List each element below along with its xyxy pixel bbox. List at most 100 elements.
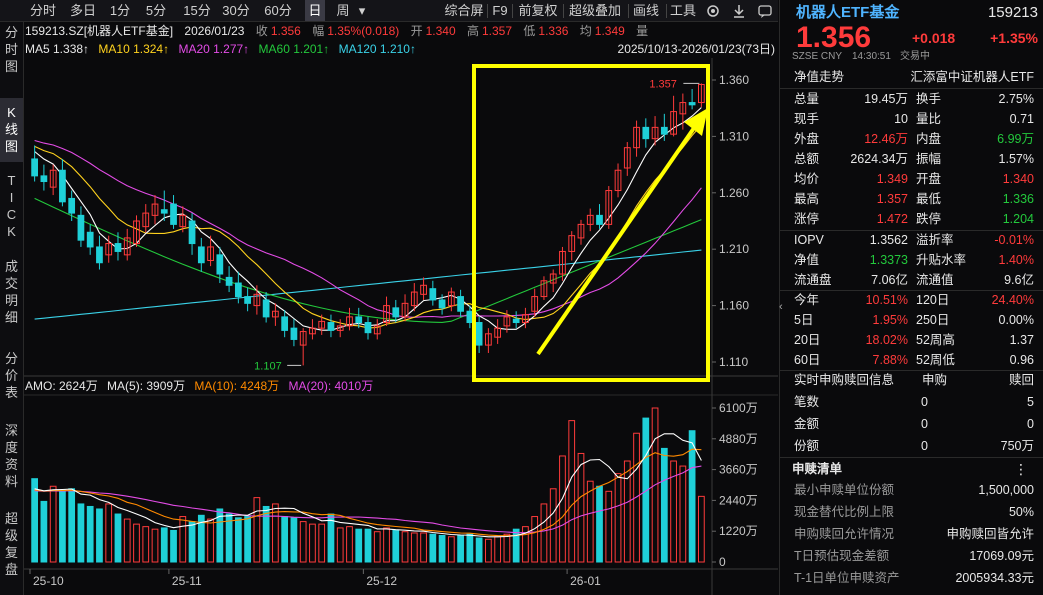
high-value: 1.357: [482, 24, 513, 38]
list-item: 申购赎回允许情况 申购赎回皆允许: [780, 524, 1043, 544]
candle-body: [290, 327, 298, 340]
ma-legend-bar: MA5 1.338↑ MA10 1.324↑ MA20 1.277↑ MA60 …: [25, 40, 778, 58]
period-tab-6[interactable]: 60分: [262, 0, 294, 21]
ma120-legend: MA120 1.210↑: [338, 42, 416, 56]
chat-icon[interactable]: [757, 3, 773, 19]
left-tab-char: 成: [4, 259, 18, 274]
stat-value: 1.40%: [998, 253, 1034, 267]
volume-bar: [531, 516, 539, 563]
realtime-label: 份额: [794, 439, 820, 453]
realtime-redeem-value: 750万: [1000, 439, 1034, 453]
list-item-label: 现金替代比例上限: [794, 505, 895, 519]
period-more-button[interactable]: ▾: [356, 0, 368, 21]
period-tab-7[interactable]: 日: [305, 0, 325, 21]
volume-tick-label: 3660万: [719, 463, 758, 477]
stat-value: 1.3373: [869, 253, 908, 267]
list-item-value: 申购赎回皆允许: [946, 527, 1034, 541]
volume-bar: [123, 518, 131, 563]
volume-tick-label: 6100万: [719, 401, 758, 415]
volume-bar: [253, 497, 261, 563]
volume-bar: [540, 503, 548, 563]
nav-trend-label: 净值走势: [794, 70, 845, 84]
toolbar-right-3[interactable]: 超级叠加: [566, 0, 624, 21]
left-tab-char: C: [6, 207, 17, 222]
left-tab-0[interactable]: 分时图: [0, 24, 23, 75]
stat-label: 溢折率: [916, 233, 954, 247]
volume-bar: [86, 505, 94, 563]
kline-chart[interactable]: 1.360 1.310 1.260 1.210 1.160 1.110 6100万 4880万…: [24, 58, 778, 595]
left-tab-char: T: [7, 173, 16, 188]
stat-label: 流通值: [916, 273, 954, 287]
nav-trend-row[interactable]: 净值走势 汇添富中证机器人ETF: [780, 67, 1043, 87]
list-item: 最小申赎单位份额 1,500,000: [780, 480, 1043, 500]
current-date: 2026/01/23: [184, 24, 245, 38]
toolbar-right-4[interactable]: 画线: [631, 0, 661, 21]
security-code: 159213: [987, 4, 1038, 21]
volume-bar: [207, 518, 214, 563]
list-item: T日预估现金差额 17069.09元: [780, 546, 1043, 566]
toolbar-right-1[interactable]: F9: [490, 0, 510, 21]
toolbar-right-0[interactable]: 综合屏: [442, 0, 486, 21]
gear-icon[interactable]: [705, 3, 721, 19]
volume-bar: [170, 529, 177, 563]
volume-bar: [577, 452, 585, 563]
volume-bar: [614, 473, 622, 563]
left-tab-char: 明: [4, 293, 18, 308]
ma60-legend: MA60 1.201↑: [258, 42, 330, 56]
panel-collapse-icon[interactable]: ‹: [779, 300, 789, 314]
market-status-row: SZSE CNY 14:30:51 交易中: [780, 50, 1043, 64]
left-tab-4[interactable]: 分价表: [0, 350, 23, 401]
stat-label: 250日: [916, 313, 950, 327]
change-label: 幅: [312, 24, 325, 38]
stat-row: 净值 1.3373 升贴水率 1.40%: [780, 250, 1043, 270]
stat-value: 1.340: [1002, 172, 1034, 186]
left-tab-char: 资: [4, 457, 18, 472]
list-item-value: 50%: [1008, 505, 1034, 519]
toolbar-right-5[interactable]: 工具: [669, 0, 697, 21]
period-tab-0[interactable]: 分时: [26, 0, 60, 21]
list-title: 申赎清单: [792, 462, 843, 476]
left-tab-2[interactable]: TICK: [0, 172, 23, 240]
stat-value: 0.00%: [998, 313, 1034, 327]
left-tab-3[interactable]: 成交明细: [0, 258, 23, 326]
period-tab-4[interactable]: 15分: [181, 0, 213, 21]
volume-bar: [68, 488, 76, 563]
period-tab-3[interactable]: 5分: [143, 0, 169, 21]
realtime-header: 实时申购赎回信息 申购 赎回: [780, 370, 1043, 390]
left-tab-1[interactable]: K线图: [0, 98, 23, 162]
open-label: 开: [410, 24, 423, 38]
volume-bar: [133, 523, 140, 563]
list-item-label: T-1日单位申赎资产: [794, 571, 900, 585]
volume-bar: [244, 516, 251, 563]
volume-bar: [466, 533, 474, 563]
stock-code: 159213.SZ[机器人ETF基金]: [25, 24, 174, 38]
date-range[interactable]: 2025/10/13-2026/01/23(73日): [618, 40, 775, 58]
period-tab-2[interactable]: 1分: [108, 0, 132, 21]
candle-body: [170, 203, 177, 225]
candle-body: [457, 296, 464, 312]
toolbar-right-2[interactable]: 前复权: [515, 0, 561, 21]
more-options-icon[interactable]: ⋮: [1014, 459, 1028, 479]
stat-row: 5日 1.95% 250日 0.00%: [780, 310, 1043, 330]
date-tick-label: 25-12: [366, 574, 397, 588]
candle-body: [197, 246, 205, 264]
market-time: 14:30:51: [852, 51, 891, 62]
period-tab-1[interactable]: 多日: [66, 0, 100, 21]
left-tab-char: 细: [4, 310, 18, 325]
download-icon[interactable]: [731, 3, 747, 19]
volume-bar: [605, 490, 613, 563]
list-header: 申赎清单 ⋮: [780, 459, 1043, 479]
trading-status: 交易中: [900, 51, 930, 62]
left-tab-6[interactable]: 超级复盘: [0, 510, 23, 578]
period-tab-8[interactable]: 周: [332, 0, 354, 21]
stat-row: 总额 2624.34万 振幅 1.57%: [780, 149, 1043, 169]
volume-bar: [697, 495, 705, 563]
volume-bar: [234, 517, 242, 563]
low-label: 低: [523, 24, 536, 38]
left-tab-5[interactable]: 深度资料: [0, 422, 23, 490]
ma5-legend: MA5 1.338↑: [25, 42, 90, 56]
stat-label: 净值: [794, 253, 820, 267]
change-value: 1.35%(0.018): [327, 24, 400, 38]
period-tab-5[interactable]: 30分: [220, 0, 252, 21]
left-tab-char: K: [7, 105, 16, 120]
